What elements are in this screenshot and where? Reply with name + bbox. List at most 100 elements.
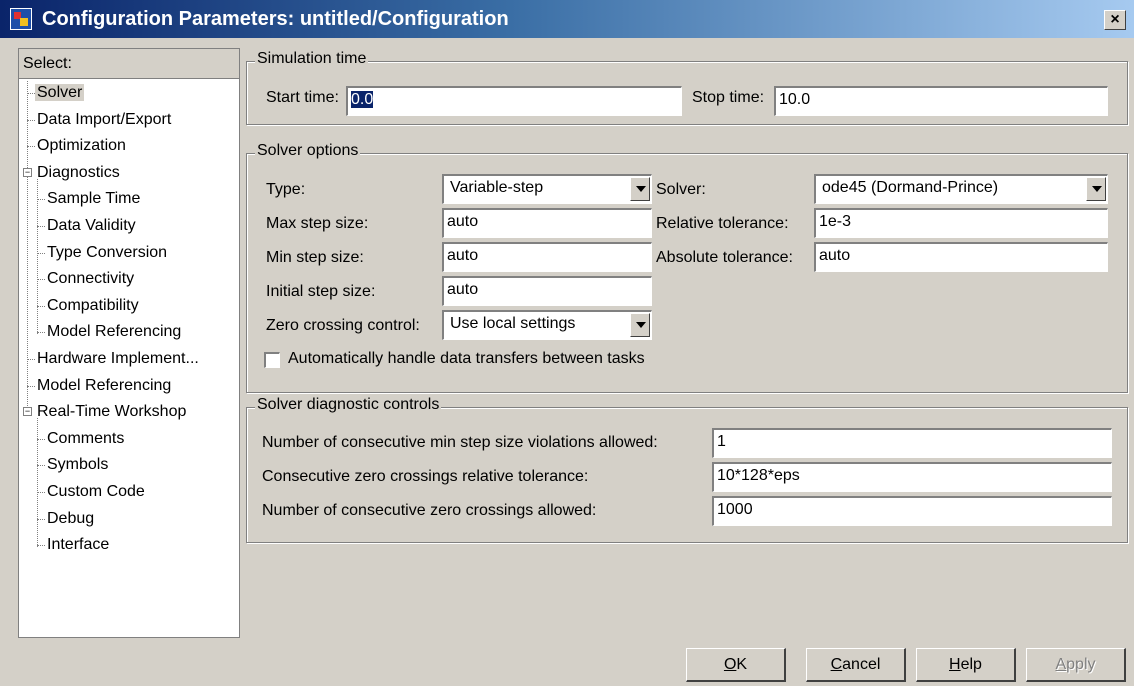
min-step-input[interactable]: auto xyxy=(442,242,652,272)
cancel-button[interactable]: Cancel xyxy=(806,648,906,682)
solver-diagnostic-title: Solver diagnostic controls xyxy=(255,396,442,414)
tree-item[interactable]: Data Import/Export xyxy=(35,108,173,132)
tree-item[interactable]: Comments xyxy=(45,427,126,451)
tree-item-label: Solver xyxy=(35,84,85,101)
help-button-label: elp xyxy=(960,656,982,673)
absolute-tolerance-label: Absolute tolerance: xyxy=(656,249,793,266)
tree-item[interactable]: Real-Time Workshop xyxy=(35,400,188,424)
tree-item[interactable]: Custom Code xyxy=(45,480,147,504)
zero-crossing-rel-tol-input[interactable]: 10*128*eps xyxy=(712,462,1112,492)
tree-item-label: Custom Code xyxy=(47,483,145,500)
max-step-label: Max step size: xyxy=(266,215,369,232)
type-dropdown-value: Variable-step xyxy=(450,179,544,196)
apply-button-mnemonic: A xyxy=(1055,656,1067,673)
initial-step-input[interactable]: auto xyxy=(442,276,652,306)
chevron-down-icon[interactable] xyxy=(1086,177,1106,201)
relative-tolerance-label: Relative tolerance: xyxy=(656,215,789,232)
start-time-label: Start time: xyxy=(266,89,339,106)
tree-connector-line xyxy=(27,146,35,148)
tree-item-label: Diagnostics xyxy=(37,163,120,181)
tree-header: Select: xyxy=(19,49,239,79)
tree-connector-line xyxy=(37,492,45,493)
tree-item-label: Interface xyxy=(47,536,110,554)
min-step-violations-label: Number of consecutive min step size viol… xyxy=(262,434,658,451)
tree-item-label: Hardware Implement... xyxy=(37,350,199,367)
tree-item-label: Optimization xyxy=(37,137,126,155)
type-dropdown[interactable]: Variable-step xyxy=(442,174,652,204)
apply-button[interactable]: Apply xyxy=(1026,648,1126,682)
tree-item-label: Compatibility xyxy=(47,296,139,314)
max-step-input[interactable]: auto xyxy=(442,208,652,238)
apply-button-label: pply xyxy=(1066,656,1096,673)
collapse-icon[interactable]: − xyxy=(23,407,32,417)
stop-time-input[interactable]: 10.0 xyxy=(774,86,1108,116)
tree-item-label: Model Referencing xyxy=(37,376,172,394)
absolute-tolerance-input[interactable]: auto xyxy=(814,242,1108,272)
collapse-icon[interactable]: − xyxy=(23,167,32,177)
tree-connector-line xyxy=(37,545,45,547)
tree-item-label: Debug xyxy=(47,509,95,527)
ok-button[interactable]: OK xyxy=(686,648,786,682)
tree-connector-line xyxy=(37,418,38,548)
tree-item[interactable]: Data Validity xyxy=(45,214,138,238)
tree-item[interactable]: Interface xyxy=(45,533,111,557)
zero-crossing-rel-tol-label: Consecutive zero crossings relative tole… xyxy=(262,468,589,485)
tree-item[interactable]: Diagnostics xyxy=(35,161,122,185)
tree-item[interactable]: Model Referencing xyxy=(35,374,173,398)
help-button[interactable]: Help xyxy=(916,648,1016,682)
tree-connector-line xyxy=(37,518,45,520)
tree-item[interactable]: Solver xyxy=(35,81,85,105)
tree-item[interactable]: Compatibility xyxy=(45,294,141,318)
zero-crossings-allowed-label: Number of consecutive zero crossings all… xyxy=(262,502,597,519)
zero-crossings-allowed-input[interactable]: 1000 xyxy=(712,496,1112,526)
tree-item[interactable]: Debug xyxy=(45,507,96,531)
relative-tolerance-input[interactable]: 1e-3 xyxy=(814,208,1108,238)
tree-item[interactable]: Sample Time xyxy=(45,187,142,211)
tree-item[interactable]: Model Referencing xyxy=(45,320,183,344)
tree-item-label: Type Conversion xyxy=(47,243,168,261)
tree-connector-line xyxy=(27,385,35,387)
solver-label: Solver: xyxy=(656,181,706,198)
category-tree[interactable]: Select: Solver Data Import/Export Optimiza… xyxy=(18,48,240,638)
tree-item[interactable]: Type Conversion xyxy=(45,241,169,265)
ok-button-label: K xyxy=(736,656,748,673)
solver-options-title: Solver options xyxy=(255,142,361,160)
tree-connector-line xyxy=(37,305,45,307)
auto-transfer-checkbox[interactable] xyxy=(264,352,280,368)
cancel-button-label: ancel xyxy=(842,656,881,673)
tree-item[interactable]: Connectivity xyxy=(45,267,136,291)
zero-crossing-control-label: Zero crossing control: xyxy=(266,317,420,334)
chevron-down-icon[interactable] xyxy=(630,177,650,201)
tree-connector-line xyxy=(27,81,28,413)
tree-item-label: Data Import/Export xyxy=(37,110,172,128)
tree-connector-line xyxy=(37,465,45,467)
tree-connector-line xyxy=(27,359,35,360)
solver-dropdown[interactable]: ode45 (Dormand-Prince) xyxy=(814,174,1108,204)
auto-transfer-label[interactable]: Automatically handle data transfers betw… xyxy=(288,350,645,368)
initial-step-label: Initial step size: xyxy=(266,283,376,300)
zero-crossing-control-dropdown[interactable]: Use local settings xyxy=(442,310,652,340)
chevron-down-icon[interactable] xyxy=(630,313,650,337)
tree-item-label: Connectivity xyxy=(47,270,135,288)
start-time-value: 0.0 xyxy=(351,91,374,108)
window-title: Configuration Parameters: untitled/Confi… xyxy=(42,8,509,30)
tree-connector-line xyxy=(37,252,45,254)
simulink-app-icon xyxy=(10,8,32,30)
tree-connector-line xyxy=(37,226,45,227)
cancel-button-mnemonic: C xyxy=(830,656,843,673)
zero-crossing-control-value: Use local settings xyxy=(450,315,576,332)
tree-connector-line xyxy=(37,199,45,201)
close-button[interactable]: × xyxy=(1104,10,1126,30)
stop-time-label: Stop time: xyxy=(692,89,765,106)
tree-item[interactable]: Hardware Implement... xyxy=(35,347,201,371)
min-step-violations-input[interactable]: 1 xyxy=(712,428,1112,458)
start-time-input[interactable]: 0.0 xyxy=(346,86,682,116)
tree-item[interactable]: Symbols xyxy=(45,453,110,477)
tree-item-label: Comments xyxy=(47,429,125,447)
ok-button-mnemonic: O xyxy=(723,656,737,673)
min-step-label: Min step size: xyxy=(266,249,364,266)
tree-item[interactable]: Optimization xyxy=(35,134,128,158)
simulation-time-title: Simulation time xyxy=(255,50,369,68)
tree-connector-line xyxy=(37,279,45,281)
tree-item-label: Model Referencing xyxy=(47,323,182,341)
